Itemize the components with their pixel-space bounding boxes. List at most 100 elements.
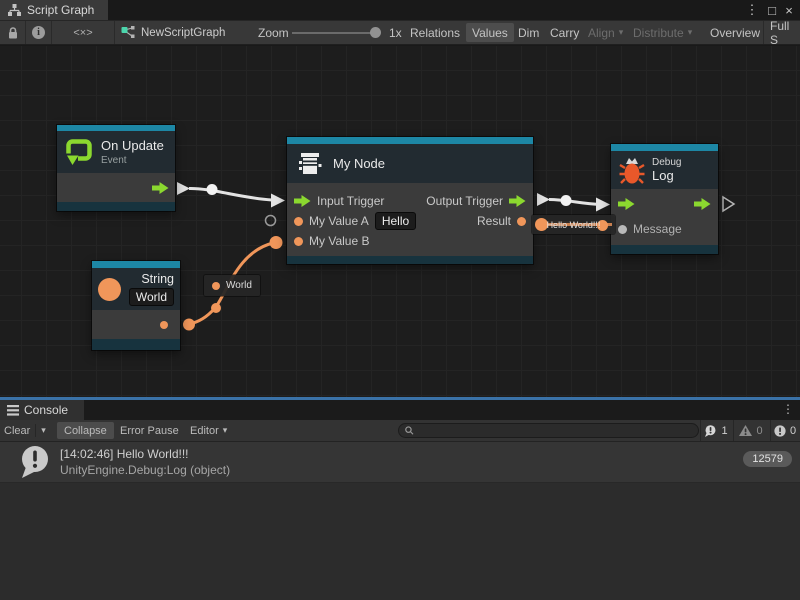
- node-my-node[interactable]: My Node Input Trigger Output Trigger My …: [287, 137, 533, 264]
- search-icon: [405, 426, 414, 435]
- fullscreen-button[interactable]: Full S: [770, 21, 800, 44]
- align-button[interactable]: Align ▾: [588, 21, 623, 44]
- node-footer: [92, 339, 180, 350]
- message-port[interactable]: [618, 225, 627, 234]
- overview-button[interactable]: Overview: [710, 21, 760, 44]
- info-count-toggle[interactable]: 1: [700, 420, 731, 441]
- breadcrumb-graph-name[interactable]: NewScriptGraph: [141, 21, 225, 44]
- my-node-icon: [295, 151, 325, 177]
- window-tab-bar: Script Graph ⋮ □ ×: [0, 0, 800, 20]
- error-count-toggle[interactable]: 0: [770, 420, 799, 441]
- on-update-loop-icon: [65, 138, 93, 166]
- warning-count-toggle[interactable]: 0: [733, 420, 768, 441]
- dim-button[interactable]: Dim: [518, 21, 539, 44]
- output-trigger-port[interactable]: [694, 198, 711, 210]
- output-trigger-port[interactable]: [152, 182, 169, 194]
- zoom-slider-track[interactable]: [292, 32, 376, 34]
- wire-port-dot: [270, 236, 283, 249]
- log-entry-row[interactable]: [14:02:46] Hello World!!! UnityEngine.De…: [0, 442, 800, 483]
- unconnected-port-ring[interactable]: [266, 216, 276, 226]
- lock-button[interactable]: [0, 21, 26, 44]
- string-value-input[interactable]: World: [129, 288, 174, 306]
- port-row: [611, 194, 718, 214]
- chevron-down-icon: ▾: [619, 27, 624, 38]
- node-accent-strip: [287, 137, 533, 144]
- editor-dropdown[interactable]: Editor ▾: [190, 420, 227, 441]
- log-message: [14:02:46] Hello World!!!: [60, 447, 230, 461]
- align-label: Align: [588, 26, 615, 40]
- edit-source-button[interactable]: <×>: [52, 21, 115, 44]
- wire-value-text: Hello World!!!: [547, 220, 601, 230]
- close-button[interactable]: ×: [781, 0, 797, 20]
- graph-canvas[interactable]: On Update Event My Node: [0, 46, 800, 397]
- value-a-input[interactable]: Hello: [375, 212, 416, 230]
- wire-arrowhead: [596, 198, 610, 212]
- node-footer: [611, 245, 718, 254]
- node-category: Debug: [652, 157, 681, 168]
- node-title: Log: [652, 168, 681, 183]
- node-on-update[interactable]: On Update Event: [57, 125, 175, 211]
- port-row: Input Trigger Output Trigger: [287, 191, 533, 211]
- editor-label: Editor: [190, 425, 219, 437]
- port-label-message: Message: [633, 222, 682, 236]
- distribute-button[interactable]: Distribute ▾: [633, 21, 692, 44]
- console-menu-button[interactable]: ⋮: [782, 402, 794, 416]
- node-string[interactable]: String World: [92, 261, 180, 350]
- toolbar-divider: [763, 21, 764, 44]
- search-input[interactable]: [418, 425, 692, 436]
- control-wire-2[interactable]: [549, 200, 600, 205]
- script-graph-icon: [8, 4, 21, 16]
- inspect-button[interactable]: i: [26, 21, 52, 44]
- relations-button[interactable]: Relations: [410, 21, 460, 44]
- console-icon: [7, 405, 19, 416]
- node-header: String World: [92, 268, 180, 310]
- node-header: Debug Log: [611, 151, 718, 189]
- node-subtitle: Event: [101, 155, 164, 166]
- value-a-port[interactable]: [294, 217, 303, 226]
- collapse-button[interactable]: Collapse: [57, 422, 114, 439]
- input-trigger-port[interactable]: [618, 198, 635, 210]
- unconnected-trigger-triangle[interactable]: [723, 197, 734, 211]
- console-log-list: [14:02:46] Hello World!!! UnityEngine.De…: [0, 442, 800, 600]
- window-menu-button[interactable]: ⋮: [744, 0, 760, 20]
- error-icon: [774, 425, 786, 437]
- node-debug-log[interactable]: Debug Log Message: [611, 144, 718, 254]
- console-search[interactable]: [398, 423, 699, 438]
- node-title: My Node: [333, 156, 385, 171]
- port-row: My Value B: [287, 231, 533, 251]
- input-trigger-port[interactable]: [294, 195, 311, 207]
- console-panel: Console ⋮ Clear ▾ Collapse Error Pause E…: [0, 397, 800, 600]
- output-trigger-port[interactable]: [509, 195, 526, 207]
- chevron-down-icon: ▾: [41, 425, 46, 436]
- string-output-port[interactable]: [160, 321, 168, 329]
- warning-icon: [739, 425, 752, 436]
- tab-title: Script Graph: [27, 3, 94, 17]
- control-wire-1[interactable]: [189, 188, 272, 200]
- lock-icon: [7, 26, 19, 40]
- console-tab-title: Console: [24, 403, 68, 417]
- value-dot: [212, 282, 220, 290]
- port-label-result: Result: [477, 214, 511, 228]
- info-icon: i: [32, 26, 45, 39]
- port-label-value-a: My Value A: [309, 214, 369, 228]
- node-header: On Update Event: [57, 131, 175, 173]
- graph-toolbar: i <×> NewScriptGraph Zoom 1x Relations V…: [0, 20, 800, 45]
- zoom-slider-handle[interactable]: [370, 27, 381, 38]
- result-port[interactable]: [517, 217, 526, 226]
- tab-script-graph[interactable]: Script Graph: [0, 0, 108, 20]
- wire-port-dot: [183, 319, 195, 331]
- error-pause-button[interactable]: Error Pause: [120, 420, 179, 441]
- tab-console[interactable]: Console: [0, 400, 84, 420]
- node-accent-strip: [92, 261, 180, 268]
- node-title: String: [141, 272, 174, 286]
- zoom-value: 1x: [389, 21, 402, 44]
- maximize-button[interactable]: □: [764, 0, 780, 20]
- carry-button[interactable]: Carry: [550, 21, 579, 44]
- value-b-port[interactable]: [294, 237, 303, 246]
- chevron-down-icon: ▾: [688, 27, 693, 38]
- clear-button[interactable]: Clear ▾: [4, 420, 46, 441]
- collapse-count-badge: 12579: [743, 451, 792, 467]
- wire-start-triangle: [537, 193, 550, 206]
- wire-flow-dot: [207, 184, 218, 195]
- values-button[interactable]: Values: [466, 23, 514, 42]
